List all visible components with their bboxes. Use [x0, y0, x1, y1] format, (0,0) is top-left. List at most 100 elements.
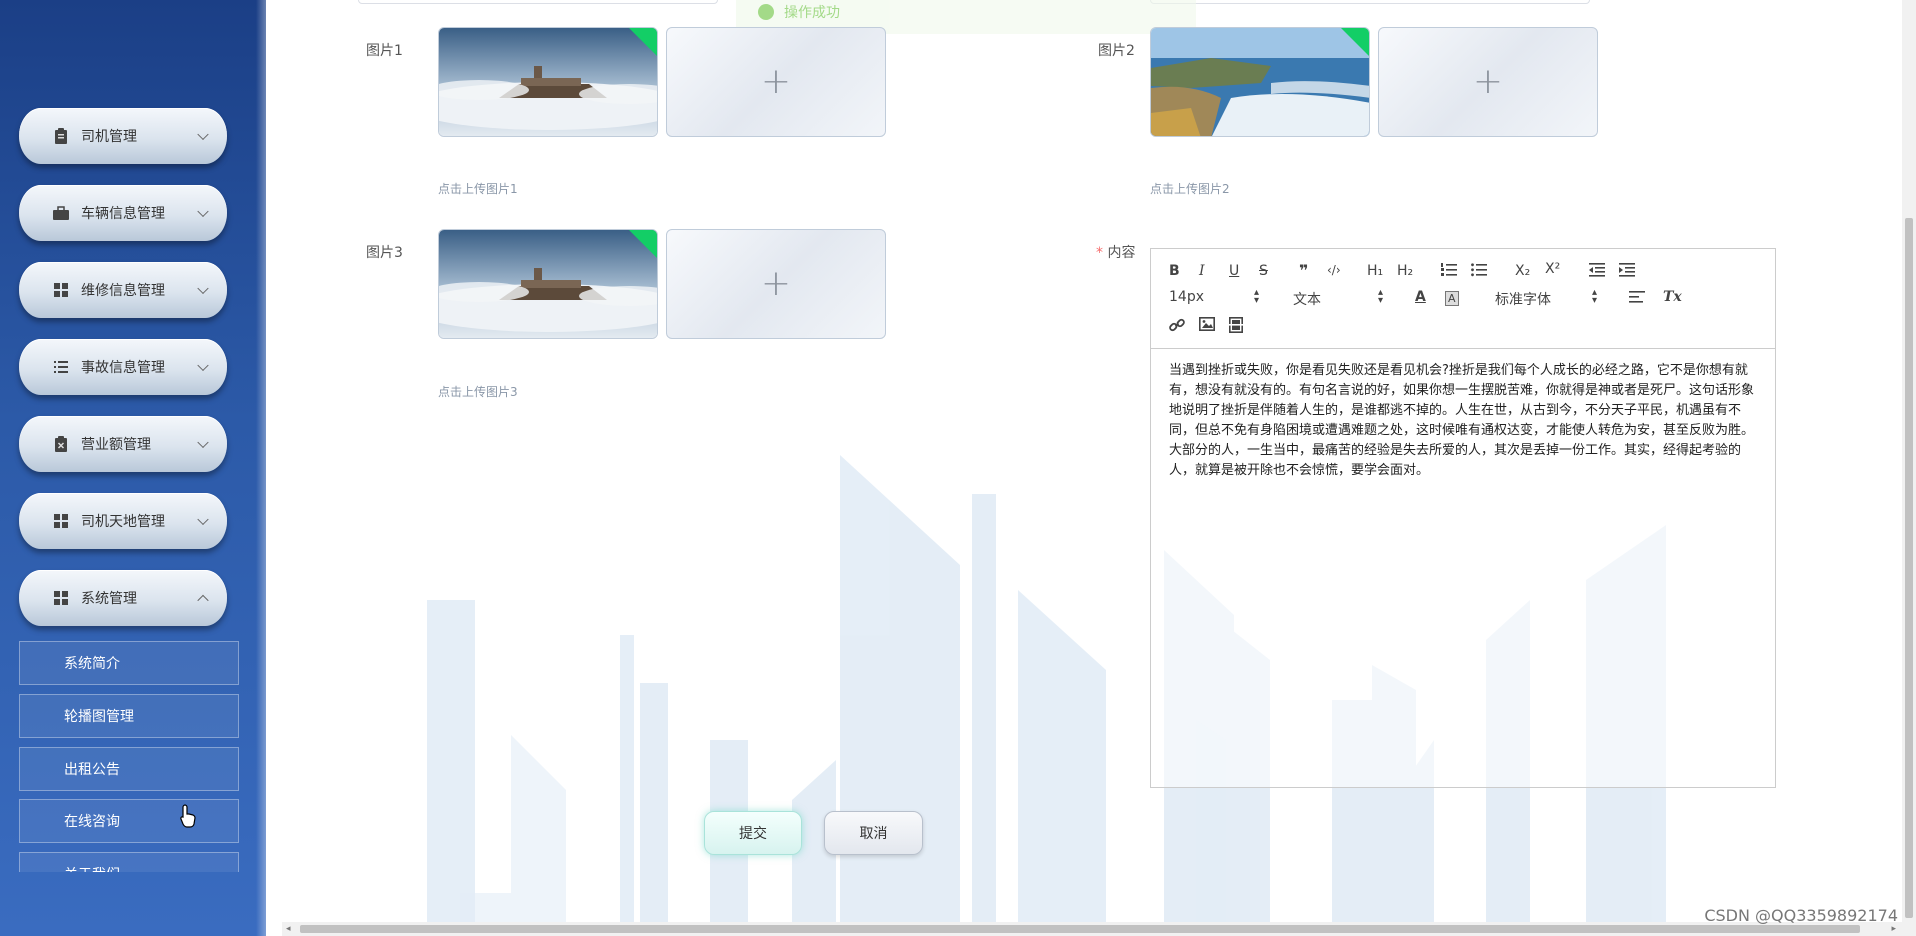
image-icon[interactable]: [1199, 317, 1215, 335]
chevron-up-icon: [197, 594, 209, 607]
sidebar-item-accident-info[interactable]: 事故信息管理: [19, 339, 227, 395]
chevron-down-icon: [197, 282, 209, 295]
editor-content[interactable]: 当遇到挫折或失败，你是看见失败还是看见机会?挫折是我们每个人成长的必经之路，它不…: [1151, 349, 1775, 493]
chevron-down-icon: [197, 128, 209, 141]
strike-button[interactable]: S: [1259, 263, 1268, 279]
grid-icon: [53, 590, 69, 606]
sidebar: 司机管理 车辆信息管理 维修信息管理 事故信息管理 营业额管理 司机天地管理 系…: [0, 0, 266, 936]
chevron-down-icon: [197, 513, 209, 526]
font-family-value: 标准字体: [1495, 292, 1551, 308]
code-button[interactable]: ‹/›: [1327, 263, 1341, 277]
check-circle-icon: [758, 4, 774, 20]
sidebar-item-label: 司机管理: [81, 129, 137, 145]
content-label: 内容: [1107, 245, 1136, 261]
pic3-thumbnail[interactable]: [438, 229, 658, 339]
h1-button[interactable]: H₁: [1367, 263, 1383, 279]
pic2-label: 图片2: [1098, 43, 1135, 59]
castle-in-clouds-image: [439, 28, 657, 136]
clipboard-icon: [53, 128, 69, 144]
sidebar-menu: 司机管理 车辆信息管理 维修信息管理 事故信息管理 营业额管理 司机天地管理 系…: [0, 0, 266, 872]
blockquote-button[interactable]: ❞: [1299, 261, 1308, 280]
horizontal-scrollbar[interactable]: ◂ ▸: [282, 922, 1916, 936]
sidebar-item-revenue[interactable]: 营业额管理: [19, 416, 227, 472]
sidebar-item-driver-management[interactable]: 司机管理: [19, 108, 227, 164]
clear-format-button[interactable]: Tx: [1663, 289, 1682, 305]
vertical-scrollbar-thumb[interactable]: [1905, 218, 1913, 918]
sidebar-item-label: 司机天地管理: [81, 514, 165, 530]
sidebar-item-driver-world[interactable]: 司机天地管理: [19, 493, 227, 549]
sidebar-item-system[interactable]: 系统管理: [19, 570, 227, 626]
chevron-down-icon: [197, 359, 209, 372]
indent-icon[interactable]: [1619, 263, 1635, 281]
main-content: 操作成功 图片1 + 点击上传图片1 图片2 + 点击上传图片2 图片3 + 点…: [266, 0, 1916, 936]
plus-icon: +: [760, 263, 792, 304]
text-type-select[interactable]: 文本 ▴ ▾: [1293, 287, 1383, 309]
castle-in-clouds-image: [439, 230, 657, 338]
input-field-top-right[interactable]: [1150, 0, 1590, 4]
pic1-thumbnail[interactable]: [438, 27, 658, 137]
grid-icon: [53, 513, 69, 529]
bold-button[interactable]: B: [1169, 263, 1180, 279]
pic1-hint: 点击上传图片1: [438, 182, 518, 196]
scroll-right-icon[interactable]: ▸: [1891, 924, 1896, 934]
content-label-group: * 内容: [1096, 242, 1135, 262]
toast-text: 操作成功: [784, 5, 840, 21]
sidebar-item-label: 营业额管理: [81, 437, 151, 453]
pic1-upload-button[interactable]: +: [666, 27, 886, 137]
scroll-left-icon[interactable]: ◂: [286, 924, 291, 934]
cancel-button[interactable]: 取消: [824, 811, 923, 855]
video-icon[interactable]: [1229, 317, 1243, 337]
sidebar-subitem-carousel[interactable]: 轮播图管理: [19, 694, 239, 738]
sidebar-subitem-about[interactable]: 关于我们: [19, 852, 239, 872]
input-field-top[interactable]: [358, 0, 718, 4]
outdent-icon[interactable]: [1589, 263, 1605, 281]
align-left-icon[interactable]: [1629, 291, 1645, 309]
pic3-hint: 点击上传图片3: [438, 385, 518, 399]
rich-text-editor: B I U S ❞ ‹/› H₁ H₂ X₂ X² 14px ▴ ▾ 文本 ▴ …: [1150, 248, 1776, 788]
bullet-list-icon[interactable]: [1471, 263, 1487, 281]
select-arrows-icon: ▴ ▾: [1253, 287, 1259, 306]
h2-button[interactable]: H₂: [1397, 263, 1413, 279]
pic2-thumbnail[interactable]: [1150, 27, 1370, 137]
plus-icon: +: [760, 61, 792, 102]
link-icon[interactable]: [1169, 317, 1185, 337]
pic3-label: 图片3: [366, 245, 403, 261]
vertical-scrollbar[interactable]: [1902, 0, 1916, 922]
list-icon: [53, 359, 69, 375]
grid-icon: [53, 282, 69, 298]
superscript-button[interactable]: X²: [1545, 261, 1560, 277]
select-arrows-icon: ▴ ▾: [1591, 287, 1597, 306]
background-color-icon[interactable]: A: [1445, 291, 1459, 306]
font-size-select[interactable]: 14px ▴ ▾: [1169, 287, 1259, 307]
sidebar-item-label: 维修信息管理: [81, 283, 165, 299]
text-type-value: 文本: [1293, 292, 1321, 308]
submit-button[interactable]: 提交: [704, 811, 802, 855]
sidebar-item-label: 车辆信息管理: [81, 206, 165, 222]
uploaded-badge-icon: [629, 28, 657, 56]
briefcase-icon: [53, 205, 69, 221]
font-color-icon[interactable]: A: [1415, 289, 1426, 305]
horizontal-scrollbar-thumb[interactable]: [300, 925, 1860, 933]
watermark-text: CSDN @QQ3359892174: [1704, 906, 1898, 925]
italic-button[interactable]: I: [1199, 263, 1205, 279]
hand-cursor-icon: [180, 804, 196, 828]
subscript-button[interactable]: X₂: [1515, 263, 1530, 279]
sidebar-subitem-notice[interactable]: 出租公告: [19, 747, 239, 791]
required-asterisk: *: [1096, 245, 1103, 261]
select-arrows-icon: ▴ ▾: [1377, 287, 1383, 306]
pic2-upload-button[interactable]: +: [1378, 27, 1598, 137]
font-family-select[interactable]: 标准字体 ▴ ▾: [1495, 287, 1597, 309]
sidebar-subitem-intro[interactable]: 系统简介: [19, 641, 239, 685]
chevron-down-icon: [197, 436, 209, 449]
pic2-hint: 点击上传图片2: [1150, 182, 1230, 196]
sidebar-item-vehicle-info[interactable]: 车辆信息管理: [19, 185, 227, 241]
ordered-list-icon[interactable]: [1441, 263, 1457, 281]
chevron-down-icon: [197, 205, 209, 218]
pic3-upload-button[interactable]: +: [666, 229, 886, 339]
font-size-value: 14px: [1169, 289, 1204, 305]
editor-toolbar: B I U S ❞ ‹/› H₁ H₂ X₂ X² 14px ▴ ▾ 文本 ▴ …: [1151, 249, 1775, 349]
underline-button[interactable]: U: [1229, 263, 1239, 279]
plus-icon: +: [1472, 61, 1504, 102]
sidebar-subitem-consult[interactable]: 在线咨询: [19, 799, 239, 843]
sidebar-item-repair-info[interactable]: 维修信息管理: [19, 262, 227, 318]
